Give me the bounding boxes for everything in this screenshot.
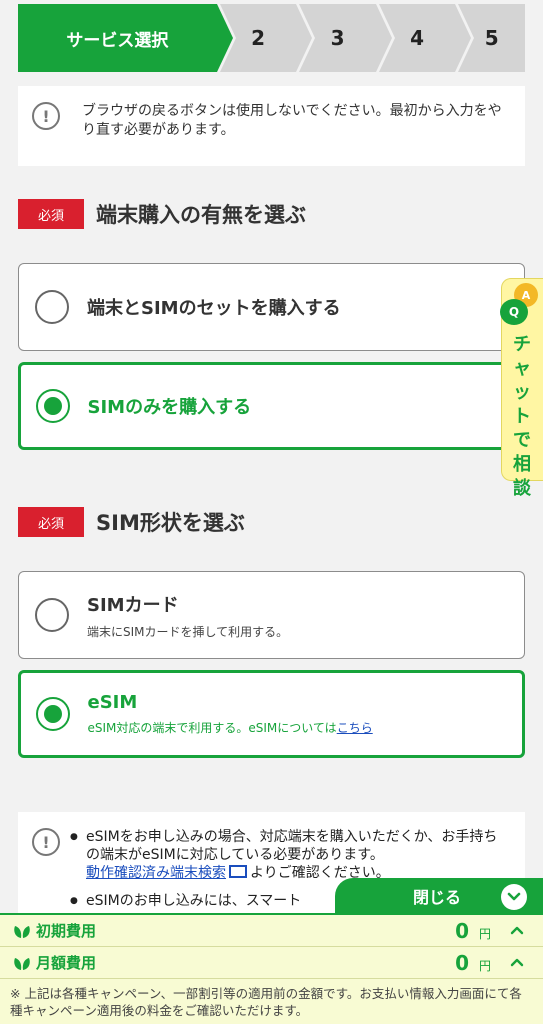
exclamation-icon: ! bbox=[32, 102, 60, 130]
device-check-link[interactable]: 動作確認済み端末検索 bbox=[86, 865, 226, 881]
option-description: eSIM対応の端末で利用する。eSIMについてはこちら bbox=[87, 721, 373, 735]
leaf-icon bbox=[14, 957, 30, 970]
chat-label: チャットで相談 bbox=[513, 334, 531, 499]
radio-button-selected[interactable] bbox=[35, 697, 70, 731]
esim-info-link[interactable]: こちら bbox=[337, 721, 373, 735]
required-badge: 必須 bbox=[18, 199, 84, 229]
fee-note: ※ 上記は各種キャンペーン、一部割引等の適用前の金額です。お支払い情報入力画面に… bbox=[10, 986, 522, 1018]
option-label: eSIM bbox=[87, 692, 138, 713]
exclamation-icon: ! bbox=[32, 828, 60, 856]
chevron-up-icon[interactable] bbox=[509, 924, 525, 936]
radio-button[interactable] bbox=[35, 290, 69, 324]
option-device-and-sim[interactable]: 端末とSIMのセットを購入する bbox=[18, 263, 525, 351]
radio-button-selected[interactable] bbox=[35, 389, 70, 423]
fee-unit: 円 bbox=[478, 927, 491, 941]
option-label: SIMのみを購入する bbox=[87, 397, 252, 418]
leaf-icon bbox=[14, 925, 30, 938]
option-esim[interactable]: eSIM eSIM対応の端末で利用する。eSIMについてはこちら bbox=[18, 670, 525, 758]
step-number: 3 bbox=[330, 26, 345, 50]
option-label: SIMカード bbox=[87, 594, 179, 616]
required-badge: 必須 bbox=[18, 507, 84, 537]
notice-text: ブラウザの戻るボタンは使用しないでください。最初から入力をやり直す必要があります… bbox=[82, 103, 502, 138]
option-sim-card[interactable]: SIMカード 端末にSIMカードを挿して利用する。 bbox=[18, 571, 525, 659]
chevron-down-icon bbox=[501, 884, 527, 910]
close-panel-button[interactable]: 閉じる bbox=[335, 878, 543, 914]
fee-value: 0 bbox=[455, 950, 469, 975]
external-link-icon bbox=[229, 865, 247, 878]
step-service-select: サービス選択 bbox=[18, 4, 236, 72]
step-label: サービス選択 bbox=[66, 30, 169, 51]
fee-row-initial[interactable]: 初期費用 0 円 bbox=[0, 915, 543, 947]
section-device-purchase-heading: 必須 端末購入の有無を選ぶ bbox=[18, 199, 306, 229]
qa-bubble-icon: A Q bbox=[500, 283, 538, 327]
option-description: 端末にSIMカードを挿して利用する。 bbox=[87, 624, 289, 639]
fee-label: 初期費用 bbox=[36, 922, 97, 940]
option-sim-only[interactable]: SIMのみを購入する bbox=[18, 362, 525, 450]
section-sim-type-heading: 必須 SIM形状を選ぶ bbox=[18, 507, 245, 537]
section-title: SIM形状を選ぶ bbox=[96, 511, 245, 535]
chevron-up-icon[interactable] bbox=[509, 956, 525, 968]
progress-steps: サービス選択 2 3 4 5 bbox=[18, 4, 525, 72]
fee-summary-panel: 初期費用 0 円 月額費用 0 円 ※ 上記は各種キャンペーン、一部割引等の適用… bbox=[0, 913, 543, 1024]
step-number: 4 bbox=[410, 26, 425, 50]
list-item: eSIMをお申し込みの場合、対応端末を購入いただくか、お手持ちの端末がeSIMに… bbox=[70, 828, 511, 882]
section-title: 端末購入の有無を選ぶ bbox=[96, 203, 306, 227]
step-number: 2 bbox=[251, 26, 266, 50]
close-label: 閉じる bbox=[413, 888, 462, 907]
option-label: 端末とSIMのセットを購入する bbox=[87, 298, 341, 319]
browser-back-notice: ! ブラウザの戻るボタンは使用しないでください。最初から入力をやり直す必要があり… bbox=[18, 86, 525, 166]
fee-row-monthly[interactable]: 月額費用 0 円 bbox=[0, 947, 543, 979]
chat-consult-tab[interactable]: A Q チャットで相談 bbox=[500, 278, 543, 499]
fee-unit: 円 bbox=[478, 959, 491, 973]
fee-label: 月額費用 bbox=[36, 954, 97, 972]
step-number: 5 bbox=[484, 26, 499, 50]
radio-button[interactable] bbox=[35, 598, 69, 632]
fee-value: 0 bbox=[455, 918, 469, 943]
